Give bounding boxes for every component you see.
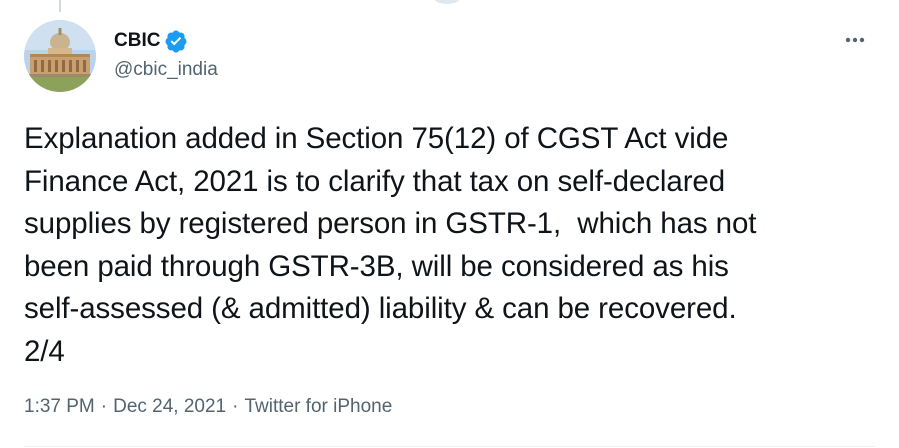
handle[interactable]: @cbic_india — [114, 59, 218, 81]
author-block: CBIC @cbic_india — [114, 29, 218, 81]
tweet-header: CBIC @cbic_india — [24, 20, 875, 94]
thread-indicator — [434, 0, 460, 4]
tweet-card: CBIC @cbic_india Explanation added in Se… — [0, 0, 899, 448]
thread-connector — [59, 0, 61, 12]
meta-separator: · — [232, 396, 239, 417]
display-name[interactable]: CBIC — [114, 30, 160, 52]
divider — [24, 446, 875, 447]
tweet-text: Explanation added in Section 75(12) of C… — [24, 122, 757, 368]
more-horizontal-icon[interactable] — [839, 28, 871, 52]
tweet-time[interactable]: 1:37 PM — [24, 396, 95, 418]
building-avatar-icon — [24, 20, 96, 92]
avatar[interactable] — [24, 20, 96, 92]
verified-badge-icon — [164, 29, 188, 53]
meta-separator: · — [100, 396, 108, 417]
tweet-date[interactable]: Dec 24, 2021 — [113, 396, 226, 418]
name-row: CBIC — [114, 29, 218, 53]
tweet-meta: 1:37 PM · Dec 24, 2021 · Twitter for iPh… — [24, 396, 392, 418]
tweet-source[interactable]: Twitter for iPhone — [244, 396, 392, 418]
